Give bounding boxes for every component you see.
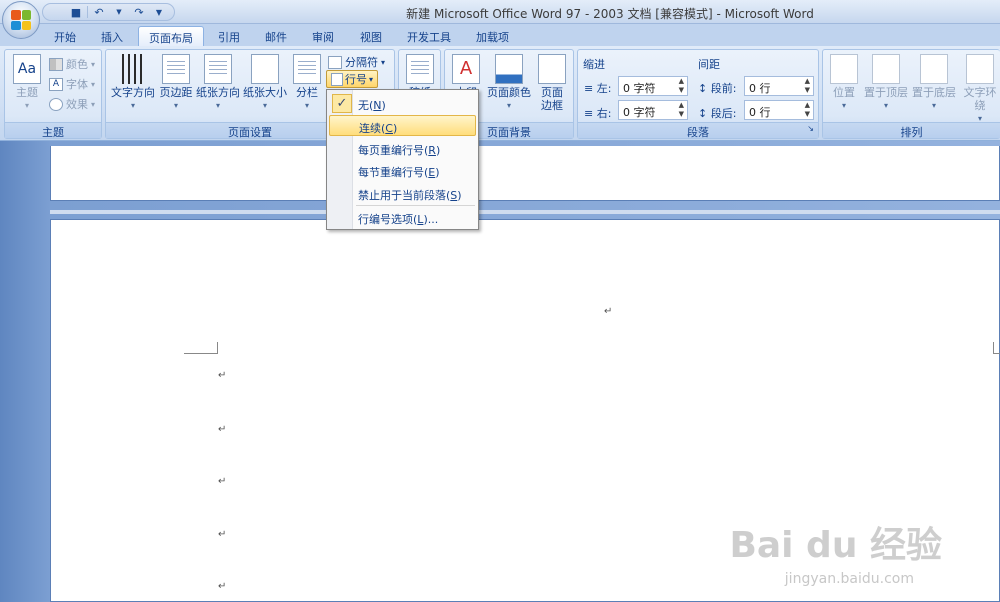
menu-item-restart-each-section[interactable]: 每节重编行号(E) [329, 160, 476, 181]
tab-page-layout[interactable]: 页面布局 [138, 26, 204, 46]
menu-separator [356, 205, 475, 206]
size-button[interactable]: 纸张大小 ▾ [242, 54, 288, 112]
bring-to-front-icon [872, 54, 900, 84]
breaks-icon [328, 55, 342, 69]
spacing-after-icon: ↕ [698, 107, 708, 120]
office-logo-icon [11, 10, 31, 30]
text-wrap-icon [966, 54, 994, 84]
position-button[interactable]: 位置 ▾ [829, 54, 859, 112]
indent-left-input[interactable]: 0 字符 ▲ ▼ [618, 76, 688, 96]
spacing-after-label: ↕ 段后: [698, 107, 737, 120]
title-bar: ■ ↶ ▼ ↷ ▼ 新建 Microsoft Office Word 97 - … [0, 0, 1000, 24]
tab-review[interactable]: 审阅 [302, 26, 344, 46]
effects-icon [49, 97, 63, 111]
window-title: 新建 Microsoft Office Word 97 - 2003 文档 [兼… [406, 7, 814, 21]
menu-item-line-numbering-options[interactable]: 行编号选项(L)... [329, 207, 476, 228]
watermark-icon: A [452, 54, 480, 84]
menu-item-continuous[interactable]: 连续(C) [329, 115, 476, 136]
indent-left-icon: ≡ [584, 82, 594, 95]
columns-icon [293, 54, 321, 84]
theme-effects-button[interactable]: 效果 ▾ [49, 96, 95, 112]
paragraph-mark: ↵ [604, 306, 613, 317]
paragraph-mark: ↵ [218, 424, 227, 435]
page-borders-button[interactable]: 页面 边框 [537, 54, 567, 112]
spacing-before-icon: ↕ [698, 82, 708, 95]
paragraph-mark: ↵ [218, 529, 227, 540]
theme-group-label: 主题 [5, 122, 101, 139]
spacing-title: 间距 [698, 58, 720, 71]
spacing-after-input[interactable]: 0 行 ▲ ▼ [744, 100, 814, 120]
page-color-button[interactable]: 页面颜色 ▾ [485, 54, 533, 112]
menu-item-restart-each-page[interactable]: 每页重编行号(R) [329, 138, 476, 159]
text-direction-icon [122, 54, 144, 84]
spin-arrows-icon[interactable]: ▲ ▼ [805, 77, 810, 95]
theme-group: Aa 主题 ▾ 颜色 ▾ A 字体 ▾ 效果 ▾ 主题 [4, 49, 102, 139]
tab-developer[interactable]: 开发工具 [397, 26, 461, 46]
page-separator [50, 210, 1000, 214]
baidu-watermark-url: jingyan.baidu.com [784, 571, 914, 587]
crop-mark-left [184, 342, 218, 354]
tab-references[interactable]: 引用 [208, 26, 250, 46]
orientation-icon [204, 54, 232, 84]
ribbon-tabs: 开始 插入 页面布局 引用 邮件 审阅 视图 开发工具 加载项 [0, 24, 1000, 46]
dialog-launcher-icon[interactable]: ↘ [807, 124, 814, 133]
tab-mailings[interactable]: 邮件 [255, 26, 297, 46]
ribbon: Aa 主题 ▾ 颜色▾ A 字体▾ 效果▾ 主题 文字方向 ▾ 页边距 ▾ [0, 46, 1000, 141]
paragraph-mark: ↵ [218, 476, 227, 487]
bring-to-front-button[interactable]: 置于顶层 ▾ [863, 54, 909, 112]
spacing-before-input[interactable]: 0 行 ▲ ▼ [744, 76, 814, 96]
position-icon [830, 54, 858, 84]
line-numbers-icon [331, 72, 343, 86]
orientation-button[interactable]: 纸张方向 ▾ [195, 54, 241, 112]
tab-home[interactable]: 开始 [44, 26, 86, 46]
line-numbers-menu: ✓ 无(N) 连续(C) 每页重编行号(R) 每节重编行号(E) 禁止用于当前段… [326, 89, 479, 230]
tab-view[interactable]: 视图 [350, 26, 392, 46]
themes-button[interactable]: Aa 主题 ▾ [9, 54, 45, 112]
paragraph-group: 缩进 间距 ≡ 左: 0 字符 ▲ ▼ ≡ 右: 0 字符 ▲ ▼ ↕ 段前: 0 … [577, 49, 819, 139]
columns-button[interactable]: 分栏 ▾ [292, 54, 322, 112]
margins-button[interactable]: 页边距 ▾ [158, 54, 194, 112]
indent-right-icon: ≡ [584, 107, 594, 120]
crop-mark-right [993, 342, 1000, 354]
indent-left-label: ≡ 左: [584, 82, 612, 95]
baidu-watermark: Bai du 经验 [729, 525, 942, 566]
spin-arrows-icon[interactable]: ▲ ▼ [805, 101, 810, 119]
line-numbers-button[interactable]: 行号 ▾ [326, 70, 379, 88]
theme-fonts-button[interactable]: A 字体 ▾ [49, 76, 95, 92]
menu-item-none[interactable]: ✓ 无(N) [329, 93, 476, 114]
arrange-group: 位置 ▾ 置于顶层 ▾ 置于底层 ▾ 文字环绕 ▾ 排列 [822, 49, 1000, 139]
spacing-before-label: ↕ 段前: [698, 82, 737, 95]
send-to-back-icon [920, 54, 948, 84]
theme-colors-button[interactable]: 颜色 ▾ [49, 56, 95, 72]
tab-insert[interactable]: 插入 [91, 26, 133, 46]
office-button[interactable] [2, 1, 40, 39]
spin-arrows-icon[interactable]: ▲ ▼ [679, 77, 684, 95]
menu-item-suppress-current-paragraph[interactable]: 禁止用于当前段落(S) [329, 183, 476, 204]
send-to-back-button[interactable]: 置于底层 ▾ [911, 54, 957, 112]
spin-arrows-icon[interactable]: ▲ ▼ [679, 101, 684, 119]
themes-icon: Aa [13, 54, 41, 84]
margins-icon [162, 54, 190, 84]
arrange-group-label: 排列 [823, 122, 1000, 139]
indent-right-input[interactable]: 0 字符 ▲ ▼ [618, 100, 688, 120]
text-direction-button[interactable]: 文字方向 ▾ [109, 54, 157, 112]
tab-addins[interactable]: 加载项 [466, 26, 519, 46]
draft-paper-icon [406, 54, 434, 84]
page-borders-icon [538, 54, 566, 84]
colors-icon [49, 57, 63, 71]
indent-title: 缩进 [583, 58, 605, 71]
paragraph-mark: ↵ [218, 370, 227, 381]
previous-page[interactable] [50, 146, 1000, 201]
page-size-icon [251, 54, 279, 84]
paragraph-group-label: 段落 ↘ [578, 122, 818, 139]
paragraph-mark: ↵ [218, 581, 227, 592]
text-wrap-button[interactable]: 文字环绕 ▾ [959, 54, 1000, 125]
checkmark-icon: ✓ [332, 94, 352, 113]
indent-right-label: ≡ 右: [584, 107, 612, 120]
page-color-icon [495, 54, 523, 84]
breaks-button[interactable]: 分隔符 ▾ [328, 54, 385, 70]
fonts-icon: A [49, 77, 63, 91]
